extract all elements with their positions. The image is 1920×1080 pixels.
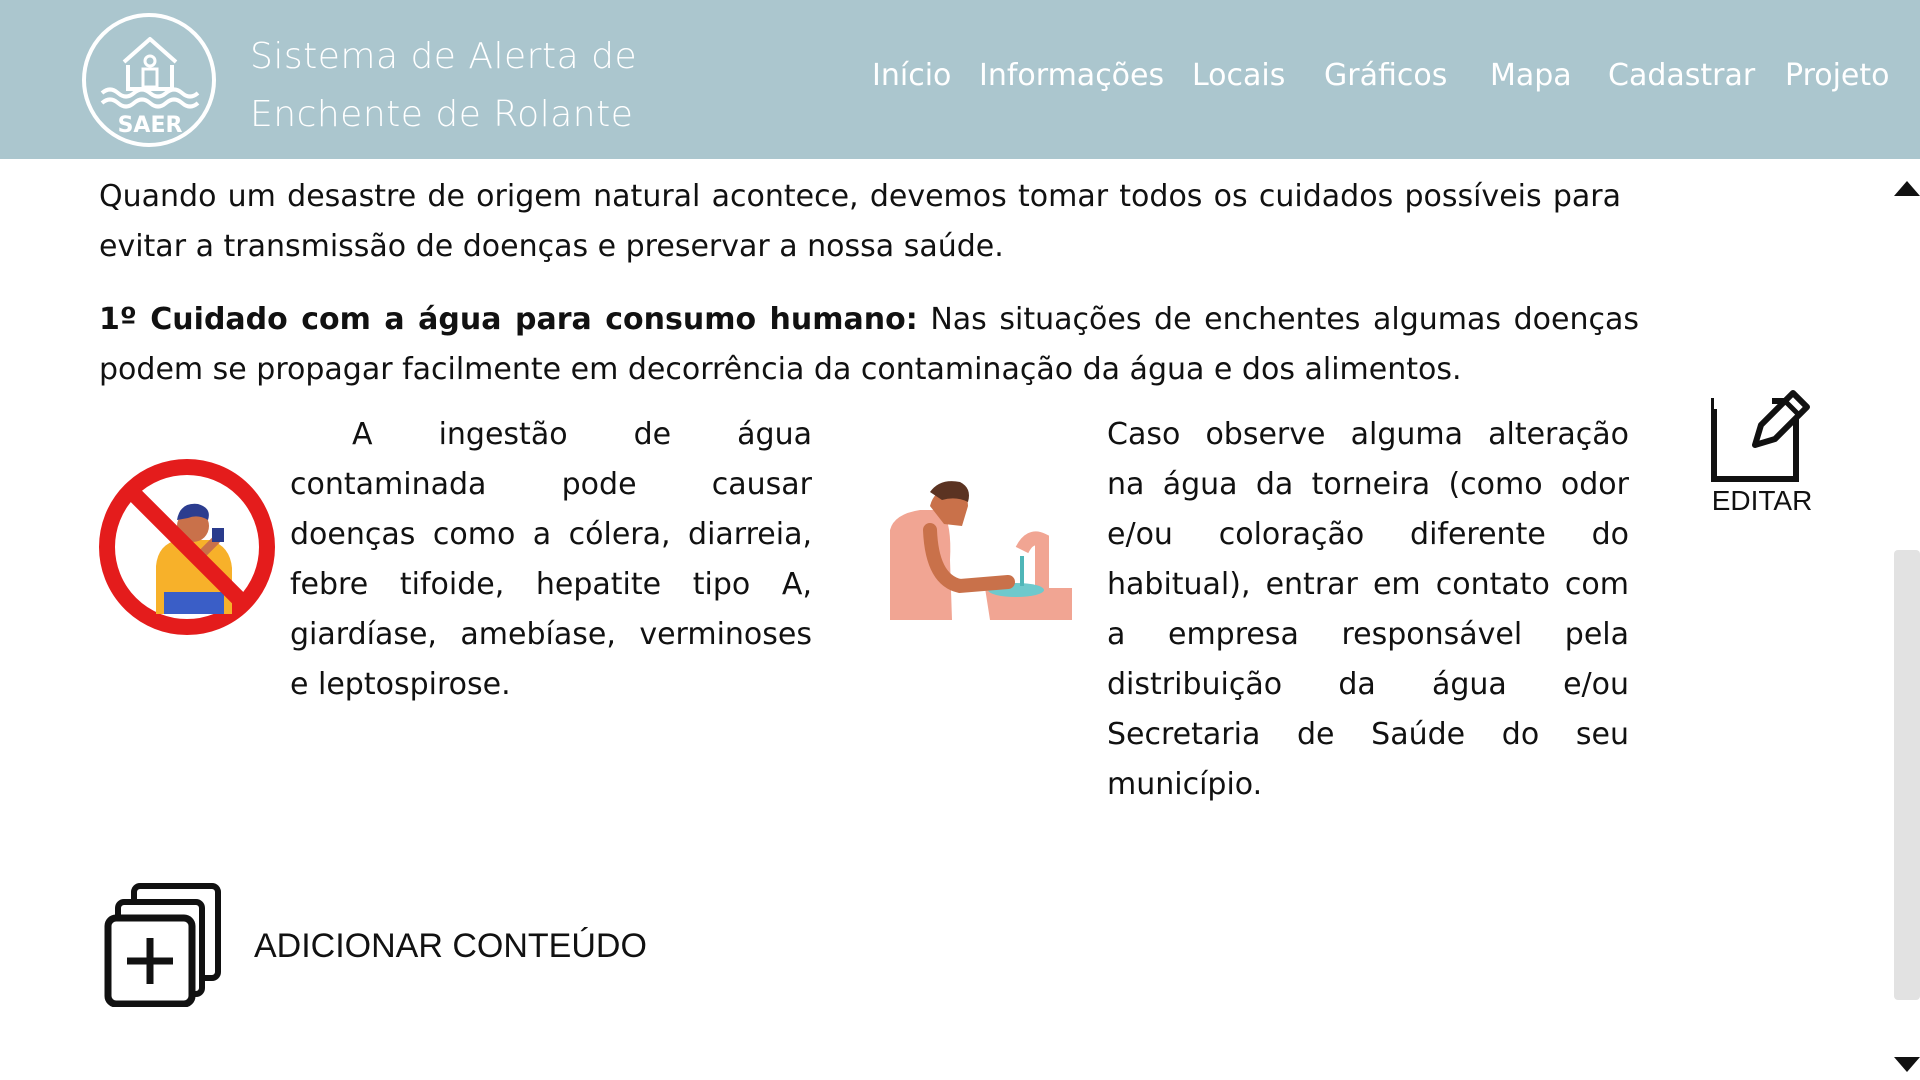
edit-icon: [1711, 390, 1810, 482]
add-content-label: ADICIONAR CONTEÚDO: [254, 927, 647, 965]
main-nav: Início Informações Locais Gráficos Mapa …: [0, 58, 1920, 108]
edit-label: EDITAR: [1711, 485, 1813, 516]
nav-cadastrar[interactable]: Cadastrar: [1608, 58, 1755, 93]
nav-informacoes[interactable]: Informações: [979, 58, 1164, 93]
scrollbar-thumb[interactable]: [1894, 550, 1920, 1000]
section-title: 1º Cuidado com a água para consumo human…: [99, 302, 918, 337]
scroll-up-arrow[interactable]: [1894, 181, 1920, 196]
nav-locais[interactable]: Locais: [1192, 58, 1285, 93]
edit-button[interactable]: EDITAR: [1703, 387, 1821, 527]
right-column-text: Caso observe alguma alteração na água da…: [1107, 417, 1629, 802]
nav-mapa[interactable]: Mapa: [1490, 58, 1572, 93]
washing-hands-icon: [890, 470, 1072, 620]
left-column-text: A ingestão de água contaminada pode caus…: [290, 417, 812, 702]
nav-projeto[interactable]: Projeto: [1785, 58, 1890, 93]
add-content-icon: [104, 883, 221, 1008]
logo-text: SAER: [118, 113, 183, 138]
section-paragraph: 1º Cuidado com a água para consumo human…: [99, 295, 1639, 395]
intro-paragraph: Quando um desastre de origem natural aco…: [99, 179, 1621, 264]
nav-graficos[interactable]: Gráficos: [1324, 58, 1447, 93]
add-content-button[interactable]: ADICIONAR CONTEÚDO: [104, 882, 664, 1008]
no-drinking-icon: [98, 458, 276, 636]
header-bar: SAER Sistema de Alerta de Enchente de Ro…: [0, 0, 1920, 159]
nav-inicio[interactable]: Início: [872, 58, 951, 93]
scroll-down-arrow[interactable]: [1894, 1057, 1920, 1072]
